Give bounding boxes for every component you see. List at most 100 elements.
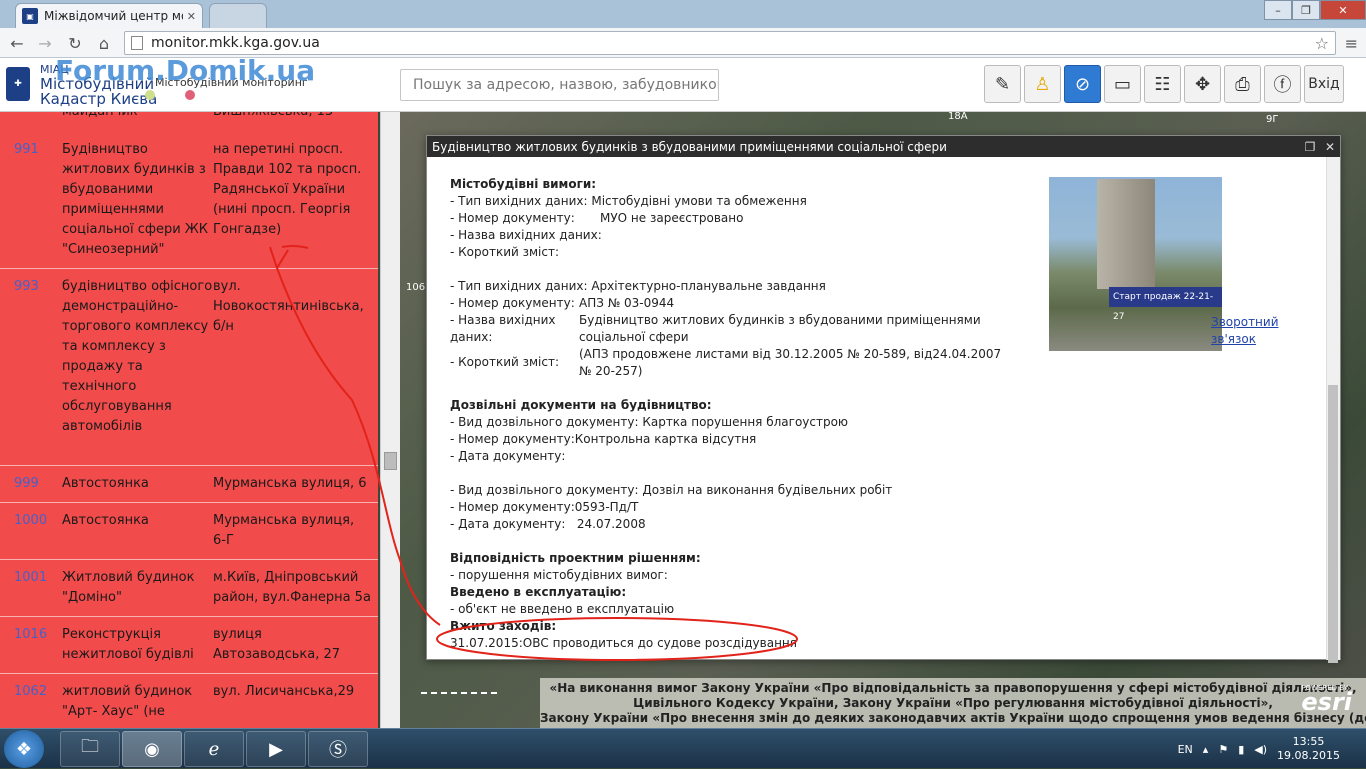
list-item-partial[interactable]: майданчик Вишняківська, 13 [0,112,378,122]
login-button[interactable]: Вхід [1304,65,1344,103]
detail-line: - Дата документу: 24.07.2008 [450,517,646,531]
list-scrollbar[interactable] [380,112,400,728]
list-item-name: Автостоянка [62,513,149,528]
list-item[interactable]: 1000 Автостоянка Мурманська вулиця, 6-Г [0,503,378,560]
list-item-number[interactable]: 1000 [14,511,62,553]
browser-menu-icon[interactable]: ≡ [1345,34,1358,53]
maximize-popup-icon[interactable]: ❐ [1300,140,1320,154]
map-label: 18A [948,111,968,122]
list-item-number[interactable]: 1001 [14,568,62,610]
facebook-icon[interactable]: ⓕ [1264,65,1301,103]
popup-scrollbar-thumb[interactable] [1328,385,1338,663]
back-icon[interactable]: ← [6,32,28,54]
minimize-icon[interactable]: – [1264,0,1292,20]
layers-icon[interactable]: ☷ [1144,65,1181,103]
detail-key: - Назва вихідних даних: [450,313,556,344]
legal-notice-line: Цивільного Кодексу України, Закону Украї… [633,696,1273,710]
volume-icon[interactable]: ◀) [1254,743,1267,756]
section-heading: Введено в експлуатацію: [450,585,627,599]
edit-icon[interactable]: ✎ [984,65,1021,103]
page-icon [131,36,143,50]
app-header: ✚ МІАЦ Містобудівний Кадастр Києва Місто… [0,54,1366,112]
detail-key: - Короткий зміст: [450,355,560,369]
clock[interactable]: 13:55 19.08.2015 [1277,735,1340,763]
chrome-icon[interactable]: ◉ [122,731,182,767]
detail-key: - Номер документу: [450,296,575,310]
tab-close-icon[interactable]: ✕ [187,10,196,23]
detail-value: МУО не зареєстровано [600,211,744,225]
language-indicator[interactable]: EN [1178,743,1193,756]
skype-icon[interactable]: Ⓢ [308,731,368,767]
ie-icon[interactable]: ℯ [184,731,244,767]
kyiv-crest-icon: ✚ [6,67,30,101]
object-photo[interactable]: Старт продаж 22-21-27 [1049,177,1222,351]
window-close-icon[interactable]: ✕ [1320,0,1366,20]
list-scrollbar-thumb[interactable] [384,452,397,470]
list-item-name: Автостоянка [62,476,149,491]
list-item[interactable]: 999 Автостоянка Мурманська вулиця, 6 [0,466,378,503]
bookmark-star-icon[interactable]: ☆ [1315,34,1329,53]
list-item[interactable]: 993 будівництво офісного демонстраційно-… [0,269,378,466]
ruler-icon[interactable]: ▭ [1104,65,1141,103]
logo-dots [145,90,195,100]
list-item-address: вул. Новокостянтинівська, б/н [213,279,364,334]
list-item-address: на перетині просп. Правди 102 та просп. … [213,142,362,237]
section-heading: Дозвільні документи на будівництво: [450,398,712,412]
network-icon[interactable]: ▮ [1238,743,1244,756]
list-item-address: Вишняківська, 13 [213,112,333,122]
flag-icon[interactable]: ⚑ [1218,743,1228,756]
start-button[interactable]: ❖ [4,730,44,768]
list-item-number[interactable]: 991 [14,140,62,262]
popup-scrollbar[interactable] [1326,157,1340,663]
browser-tab-strip: ▣ Міжвідомчий центр мон ✕ – ❐ ✕ [0,0,1366,28]
home-icon[interactable]: ⌂ [93,32,115,54]
list-item-number[interactable]: 1062 [14,682,62,727]
explorer-icon[interactable]: 🗀 [60,731,120,767]
list-item-number[interactable]: 999 [14,474,62,496]
section-heading: Відповідність проектним рішенням: [450,551,701,565]
map-label: 106 [406,282,426,293]
reload-icon[interactable]: ↻ [64,32,86,54]
detail-value: Будівництво житлових будинків з вбудован… [579,313,981,344]
print-icon[interactable]: ⎙ [1224,65,1261,103]
map-scale-bar [421,692,497,696]
windows-taskbar: ❖ 🗀 ◉ ℯ ▶ Ⓢ EN ▴ ⚑ ▮ ◀) 13:55 19.08.2015 [0,728,1366,768]
list-item-address: Мурманська вулиця, 6 [213,476,367,491]
forward-icon[interactable]: → [34,32,56,54]
window-controls: – ❐ ✕ [1264,0,1366,20]
compass-icon[interactable]: ⊘ [1064,65,1101,103]
feedback-link[interactable]: Зворотний зв'язок [1211,314,1327,348]
detail-line: - Вид дозвільного документу: Дозвіл на в… [450,483,893,497]
tray-chevron-icon[interactable]: ▴ [1203,743,1209,756]
legal-notice: «На виконання вимог Закону України «Про … [540,678,1366,728]
pan-icon[interactable]: ✥ [1184,65,1221,103]
browser-tab-active[interactable]: ▣ Міжвідомчий центр мон ✕ [15,3,203,28]
url-text: monitor.mkk.kga.gov.ua [151,35,320,51]
list-item-number[interactable]: 1016 [14,625,62,667]
forum-watermark: Forum.Domik.ua [55,54,316,87]
address-bar[interactable]: monitor.mkk.kga.gov.ua ☆ [124,31,1336,55]
new-tab-button[interactable] [209,3,267,28]
list-item-address: м.Київ, Дніпровський район, вул.Фанерна … [213,570,371,605]
close-popup-icon[interactable]: ✕ [1320,140,1340,154]
site-favicon: ▣ [22,8,38,24]
clock-time: 13:55 [1292,735,1325,748]
list-item[interactable]: 991 Будівництво житлових будинків з вбуд… [0,132,378,269]
maximize-icon[interactable]: ❐ [1292,0,1320,20]
popup-title-bar: Будівництво житлових будинків з вбудован… [427,136,1340,157]
tab-title: Міжвідомчий центр мон [44,9,183,23]
list-item[interactable]: 1016 Реконструкція нежитлової будівлі ву… [0,617,378,674]
logo-dot-red [185,90,195,100]
pegman-icon[interactable]: ♙ [1024,65,1061,103]
list-item-address: Мурманська вулиця, 6-Г [213,513,355,548]
section-heading: Вжито заходів: [450,619,557,633]
search-input[interactable] [400,69,719,101]
list-item-number[interactable]: 993 [14,277,62,459]
esri-logo: esri [1301,688,1352,716]
list-item-name: будівництво офісного демонстраційно-торг… [62,279,213,434]
list-item[interactable]: 1062 житловий будинок "Арт- Хаус" (не ву… [0,674,378,728]
legal-notice-line: «На виконання вимог Закону України «Про … [549,681,1357,695]
media-player-icon[interactable]: ▶ [246,731,306,767]
system-tray: EN ▴ ⚑ ▮ ◀) 13:55 19.08.2015 [1178,729,1366,769]
list-item[interactable]: 1001 Житловий будинок "Доміно" м.Київ, Д… [0,560,378,617]
